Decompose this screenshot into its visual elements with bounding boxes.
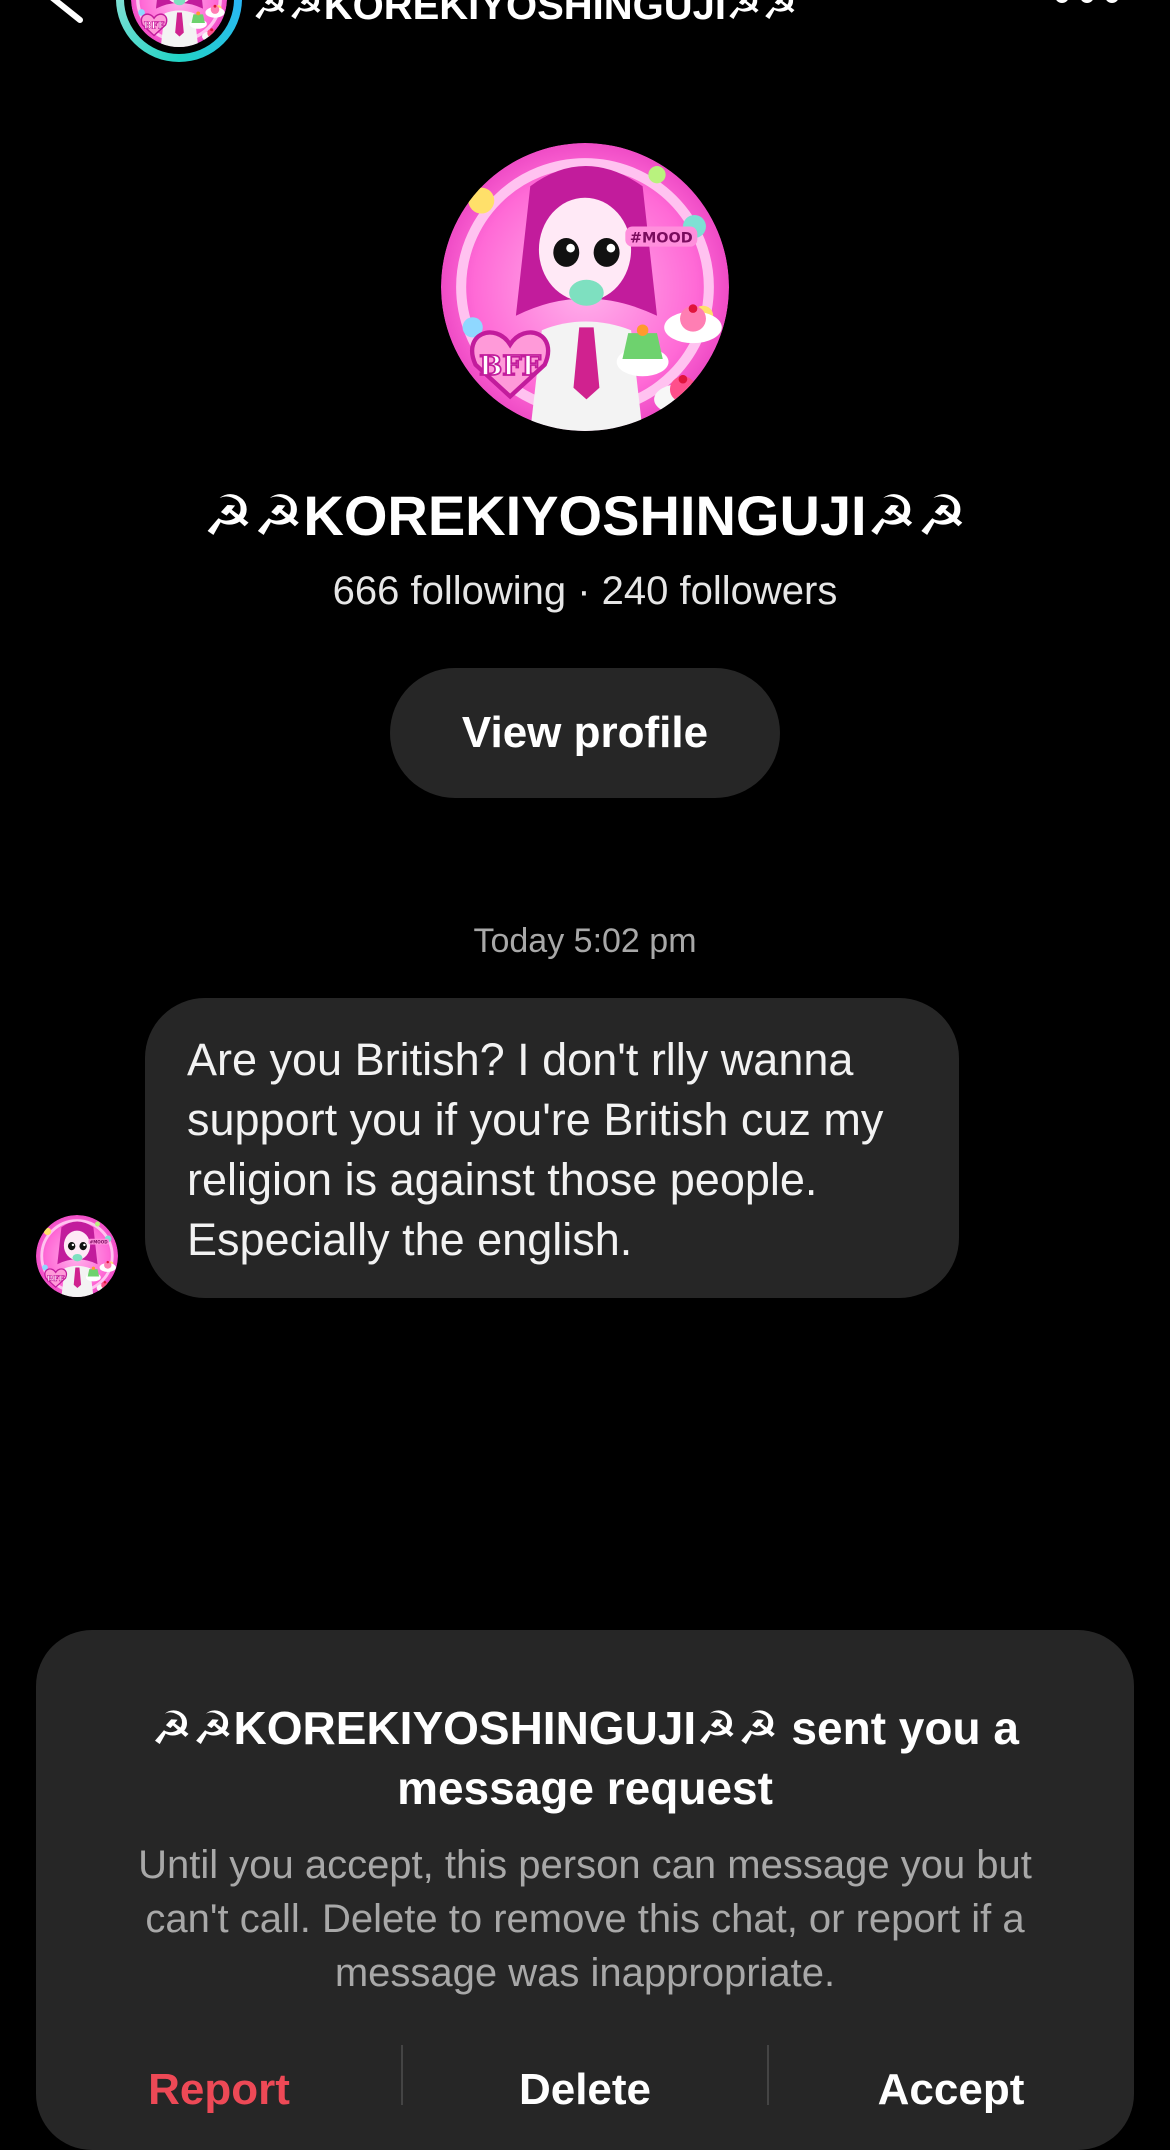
header-avatar[interactable] — [116, 0, 242, 62]
profile-stats: 666 following · 240 followers — [332, 569, 838, 613]
view-profile-button[interactable]: View profile — [390, 668, 780, 798]
more-options-button[interactable] — [1052, 0, 1122, 10]
back-button[interactable] — [36, 0, 96, 26]
message-text: Are you British? I don't rlly wanna supp… — [187, 1034, 884, 1265]
delete-button[interactable]: Delete — [402, 2045, 768, 2135]
sender-avatar[interactable] — [36, 1215, 118, 1297]
chevron-left-icon — [50, 0, 83, 23]
more-horizontal-icon — [1056, 0, 1118, 3]
message-request-panel: ☭☭KOREKIYOSHINGUJI☭☭ sent you a message … — [36, 1630, 1134, 2150]
conversation-header: ☭☭KOREKIYOSHINGUJI☭☭ — [0, 0, 1170, 70]
message-timestamp: Today 5:02 pm — [473, 922, 697, 960]
profile-avatar[interactable] — [441, 143, 729, 431]
request-title: ☭☭KOREKIYOSHINGUJI☭☭ sent you a message … — [151, 1702, 1019, 1814]
header-username[interactable]: ☭☭KOREKIYOSHINGUJI☭☭ — [252, 0, 798, 26]
request-actions: Report Delete Accept — [36, 2045, 1134, 2135]
request-description: Until you accept, this person can messag… — [138, 1843, 1032, 1995]
message-bubble[interactable]: Are you British? I don't rlly wanna supp… — [145, 998, 959, 1298]
accept-button[interactable]: Accept — [768, 2045, 1134, 2135]
report-button[interactable]: Report — [36, 2045, 402, 2135]
profile-display-name: ☭☭KOREKIYOSHINGUJI☭☭ — [202, 484, 967, 547]
